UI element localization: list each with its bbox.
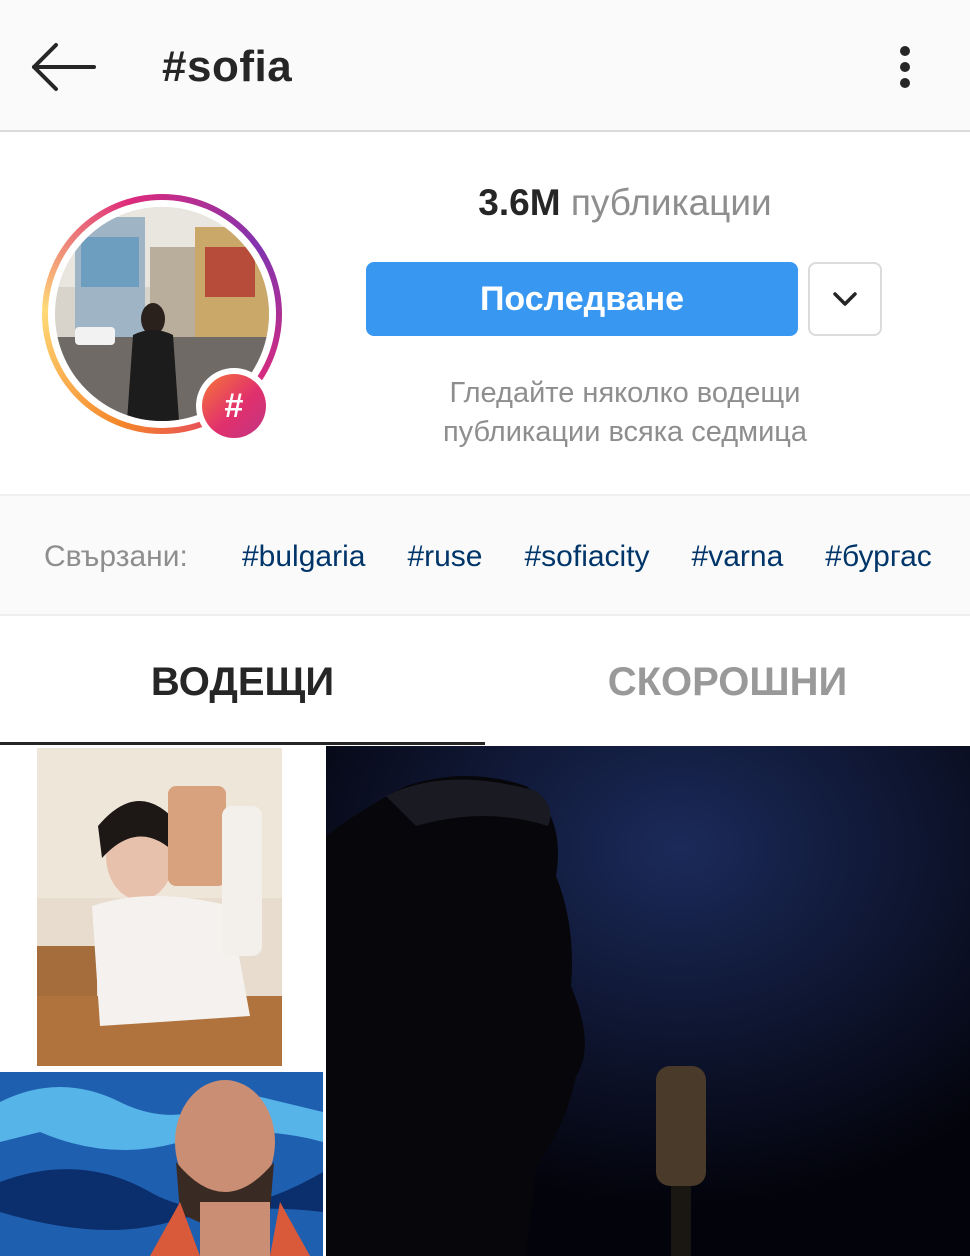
post-thumbnail[interactable] [0, 1072, 323, 1256]
post-count-label: публикации [570, 182, 772, 223]
related-label: Свързани: [44, 540, 188, 573]
back-arrow-icon [32, 43, 96, 91]
related-tag[interactable]: #бургас [825, 540, 932, 573]
hint-line-1: Гледайте няколко водещи [449, 377, 801, 409]
related-tag[interactable]: #bulgaria [242, 540, 365, 573]
more-vertical-icon [900, 46, 910, 88]
hashtag-icon: # [202, 374, 266, 438]
back-button[interactable] [28, 40, 100, 94]
hashtag-profile: # 3.6M публикации Последване Гледайте ня… [0, 134, 970, 494]
related-hashtags: Свързани: #bulgaria #ruse #sofiacity #varna… [0, 494, 970, 616]
tab-top-posts[interactable]: ВОДЕЩИ [0, 618, 485, 746]
top-posts-hint: Гледайте няколко водещи публикации всяка… [370, 374, 880, 452]
related-tag[interactable]: #varna [692, 540, 784, 573]
chevron-down-icon [833, 292, 857, 306]
post-count-value: 3.6M [478, 182, 561, 223]
hashtag-badge: # [196, 368, 272, 444]
related-tag-list: #bulgaria #ruse #sofiacity #varna #бургас [242, 540, 970, 574]
post-thumbnail[interactable] [0, 746, 323, 1069]
more-options-button[interactable] [888, 44, 922, 90]
hint-line-2: публикации всяка седмица [442, 416, 808, 448]
post-thumbnail-video[interactable] [326, 746, 970, 1256]
post-tabs: ВОДЕЩИ СКОРОШНИ [0, 618, 970, 746]
related-tag[interactable]: #ruse [407, 540, 482, 573]
post-count: 3.6M публикации [370, 182, 880, 224]
tab-recent-posts[interactable]: СКОРОШНИ [485, 618, 970, 746]
active-tab-indicator [0, 742, 485, 745]
page-title: #sofia [162, 42, 293, 91]
post-grid [0, 746, 970, 1256]
hashtag-avatar[interactable]: # [42, 194, 282, 444]
top-bar: #sofia [0, 0, 970, 132]
related-tag[interactable]: #sofiacity [524, 540, 649, 573]
follow-button[interactable]: Последване [366, 262, 798, 336]
follow-options-button[interactable] [808, 262, 882, 336]
